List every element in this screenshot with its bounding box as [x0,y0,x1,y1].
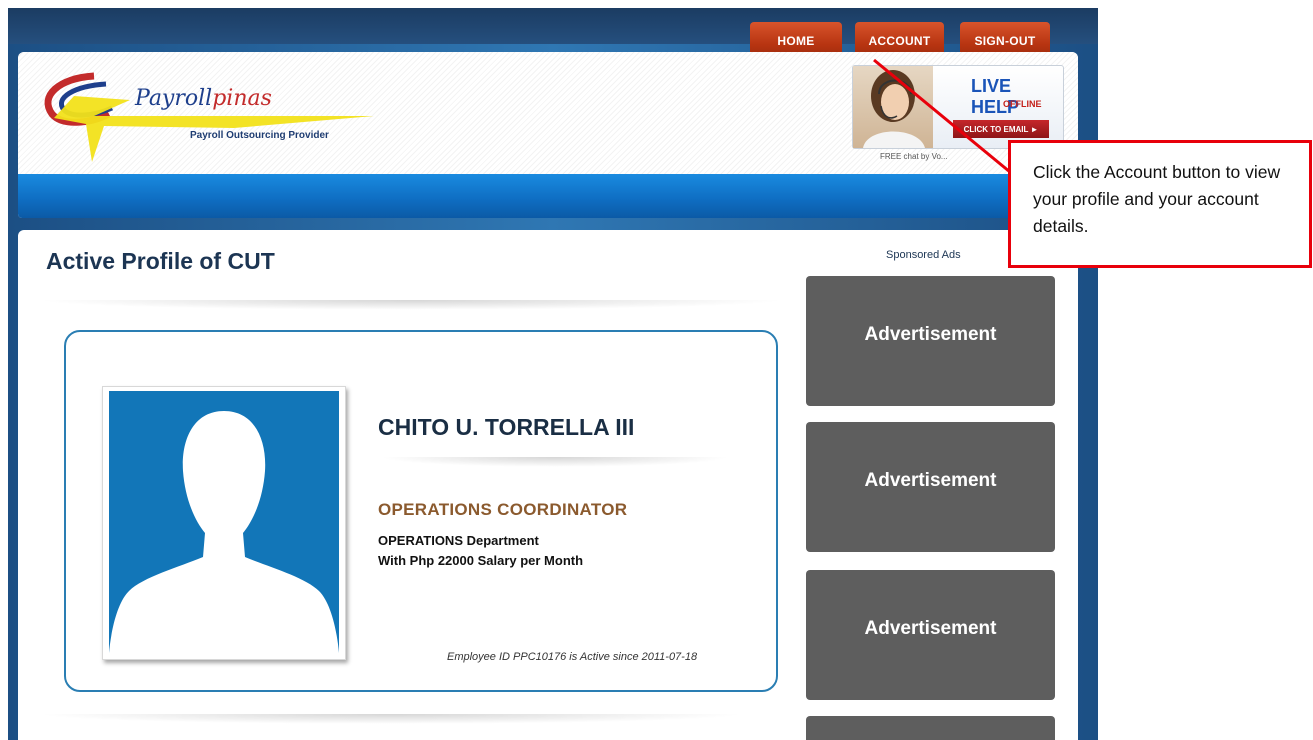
avatar-silhouette-icon [109,411,339,653]
click-to-email-button[interactable]: CLICK TO EMAIL ► [953,120,1049,138]
live-help-widget[interactable]: LIVE HELP OFFLINE CLICK TO EMAIL ► [852,65,1064,149]
employee-salary: With Php 22000 Salary per Month [378,553,584,568]
header-blue-bar [18,174,1078,218]
employee-position: OPERATIONS COORDINATOR [378,500,628,519]
live-help-title: LIVE HELP [971,76,1020,117]
live-help-status: OFFLINE [1003,99,1042,109]
logo-tagline: Payroll Outsourcing Provider [190,130,329,141]
logo-brand-main: Payroll [135,86,213,111]
logo-swoosh-icon[interactable] [34,66,374,166]
live-help-credit[interactable]: FREE chat by Vo... [880,152,948,161]
advertisement-box[interactable]: Advertisement [806,422,1055,552]
logo-brand-text[interactable]: Payrollpinas [135,86,272,111]
employee-status-line: Employee ID PPC10176 is Active since 201… [447,651,698,663]
page-title: Active Profile of CUT [46,248,275,274]
employee-name: CHITO U. TORRELLA III [378,414,635,440]
card-bottom-divider [36,714,746,724]
advertisement-box[interactable] [806,716,1055,740]
logo-brand-accent: pinas [212,86,272,111]
advertisement-box[interactable]: Advertisement [806,276,1055,406]
name-divider [380,457,730,467]
sponsored-ads-label: Sponsored Ads [886,249,961,261]
headset-agent-icon [863,70,925,148]
live-help-agent-photo [853,66,933,148]
title-divider [36,300,786,310]
profile-photo-frame [102,386,346,660]
instruction-callout: Click the Account button to view your pr… [1008,140,1312,268]
employee-department: OPERATIONS Department [378,533,539,548]
profile-photo [109,391,339,653]
advertisement-box[interactable]: Advertisement [806,570,1055,700]
